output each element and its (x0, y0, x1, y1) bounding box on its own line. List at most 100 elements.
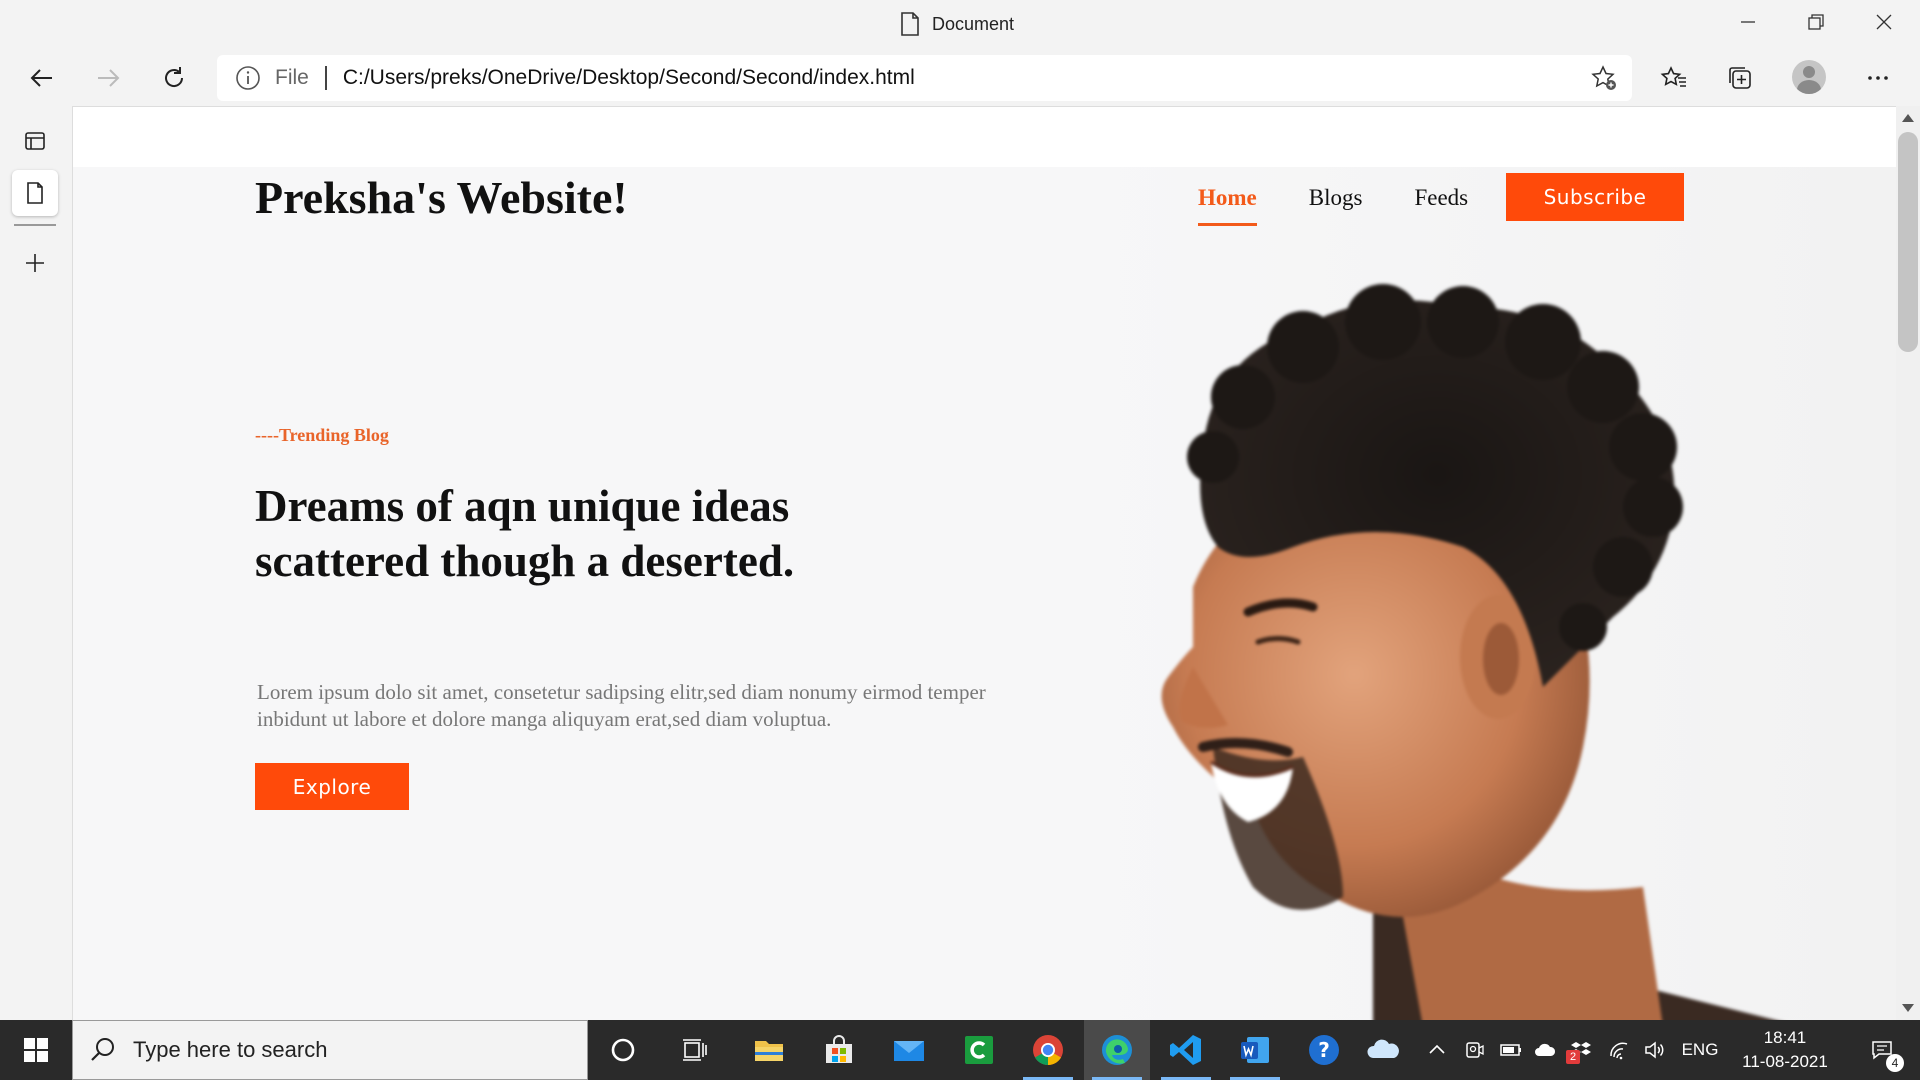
tab-document[interactable] (12, 170, 58, 216)
minimize-button[interactable] (1714, 0, 1782, 44)
restore-icon (1808, 14, 1824, 30)
page-viewport: Preksha's Website! Home Blogs Feeds Subs… (72, 106, 1896, 1020)
document-icon (901, 12, 919, 36)
task-view-button[interactable] (662, 1020, 728, 1080)
notification-center[interactable]: 4 (1852, 1020, 1912, 1080)
edge-button[interactable] (1084, 1020, 1150, 1080)
volume-icon (1645, 1041, 1664, 1059)
file-explorer-icon (755, 1041, 783, 1061)
mail-icon (894, 1041, 924, 1061)
clock[interactable]: 18:41 11-08-2021 (1730, 1026, 1840, 1074)
refresh-icon (165, 67, 184, 87)
scroll-thumb[interactable] (1898, 132, 1918, 352)
tab-divider (14, 224, 56, 226)
clock-date: 11-08-2021 (1742, 1052, 1828, 1071)
back-icon (30, 69, 52, 87)
cortana-button[interactable] (590, 1020, 656, 1080)
site-nav: Home Blogs Feeds (1198, 185, 1520, 226)
address-separator (324, 66, 327, 90)
chrome-button[interactable] (1015, 1020, 1081, 1080)
word-icon (1241, 1037, 1269, 1063)
clock-time: 18:41 (1763, 1028, 1807, 1047)
edge-icon (1102, 1035, 1132, 1065)
address-bar[interactable]: File C:/Users/preks/OneDrive/Desktop/Sec… (217, 55, 1632, 101)
tray-overflow[interactable] (1420, 1020, 1454, 1080)
subscribe-button[interactable]: Subscribe (1506, 173, 1684, 221)
file-label: File (275, 66, 309, 89)
tray-battery[interactable] (1494, 1020, 1528, 1080)
nav-home[interactable]: Home (1198, 185, 1257, 226)
help-button[interactable]: ? (1291, 1020, 1357, 1080)
more-button[interactable] (1854, 54, 1902, 102)
help-icon: ? (1309, 1035, 1339, 1065)
smiling-man-portrait (1161, 284, 1775, 1020)
favorites-button[interactable] (1650, 54, 1698, 102)
store-button[interactable] (806, 1020, 872, 1080)
title-bar: Document (0, 0, 1920, 50)
cloud-icon (1535, 1043, 1556, 1056)
back-button[interactable] (18, 54, 66, 102)
new-tab-icon (26, 254, 44, 272)
window-title: Document (900, 12, 1014, 36)
close-button[interactable] (1850, 0, 1918, 44)
wifi-icon (1610, 1042, 1628, 1060)
add-favorite-icon[interactable] (1590, 64, 1618, 92)
hero-headline: Dreams of aqn unique ideas scattered tho… (255, 481, 795, 586)
vscode-icon (1170, 1035, 1201, 1065)
tray-network[interactable] (1602, 1020, 1636, 1080)
new-tab-button[interactable] (12, 240, 58, 286)
file-explorer-button[interactable] (736, 1020, 802, 1080)
tray-meet-now[interactable] (1458, 1020, 1492, 1080)
tray-onedrive[interactable] (1528, 1020, 1562, 1080)
cortana-icon (611, 1038, 635, 1062)
tab-actions-button[interactable] (12, 118, 58, 164)
nav-blogs[interactable]: Blogs (1309, 185, 1363, 223)
more-icon (1868, 76, 1888, 80)
search-icon (91, 1038, 114, 1061)
minimize-icon (1741, 21, 1755, 23)
tray-dropbox[interactable]: 2 (1564, 1020, 1598, 1080)
word-button[interactable] (1222, 1020, 1288, 1080)
document-tab-icon (27, 182, 43, 204)
dropbox-badge: 2 (1566, 1050, 1580, 1064)
start-button[interactable] (0, 1020, 72, 1080)
chevron-up-icon (1429, 1044, 1445, 1054)
tab-actions-icon (25, 132, 45, 150)
windows-logo-icon (24, 1038, 48, 1062)
task-view-icon (683, 1039, 707, 1061)
url-text[interactable]: C:/Users/preks/OneDrive/Desktop/Second/S… (343, 66, 915, 90)
refresh-button[interactable] (150, 54, 198, 102)
trending-label: ----Trending Blog (255, 425, 389, 445)
hero-description: Lorem ipsum dolo sit amet, consetetur sa… (257, 680, 986, 731)
info-icon[interactable] (235, 65, 261, 91)
scroll-up-icon[interactable] (1902, 114, 1914, 122)
explore-button[interactable]: Explore (255, 763, 409, 810)
search-placeholder: Type here to search (133, 1037, 328, 1062)
store-icon (826, 1035, 852, 1063)
profile-avatar[interactable] (1792, 60, 1826, 94)
collections-button[interactable] (1716, 54, 1764, 102)
battery-icon (1500, 1044, 1521, 1056)
browser-toolbar: File C:/Users/preks/OneDrive/Desktop/Sec… (0, 50, 1920, 106)
forward-button[interactable] (84, 54, 132, 102)
notification-count: 4 (1886, 1054, 1904, 1072)
mail-button[interactable] (876, 1020, 942, 1080)
scroll-down-icon[interactable] (1902, 1004, 1914, 1012)
page-scrollbar[interactable] (1896, 106, 1920, 1020)
restore-button[interactable] (1782, 0, 1850, 44)
forward-icon (98, 69, 120, 87)
tray-volume[interactable] (1638, 1020, 1672, 1080)
nav-feeds[interactable]: Feeds (1414, 185, 1468, 223)
site-logo[interactable]: Preksha's Website! (255, 171, 628, 224)
svg-text:?: ? (1318, 1038, 1330, 1062)
vertical-tab-strip (0, 106, 72, 1020)
utorrent-button[interactable] (946, 1020, 1012, 1080)
tray-language[interactable]: ENG (1676, 1020, 1724, 1080)
onedrive-icon (1367, 1039, 1399, 1058)
taskbar-search[interactable]: Type here to search (72, 1020, 588, 1080)
windows-taskbar: Type here to search ? 2 ENG 18:41 11-08-… (0, 1020, 1920, 1080)
chrome-icon (1033, 1035, 1063, 1065)
favorites-icon (1660, 66, 1686, 87)
onedrive-weather-button[interactable] (1350, 1020, 1416, 1080)
vscode-button[interactable] (1153, 1020, 1219, 1080)
